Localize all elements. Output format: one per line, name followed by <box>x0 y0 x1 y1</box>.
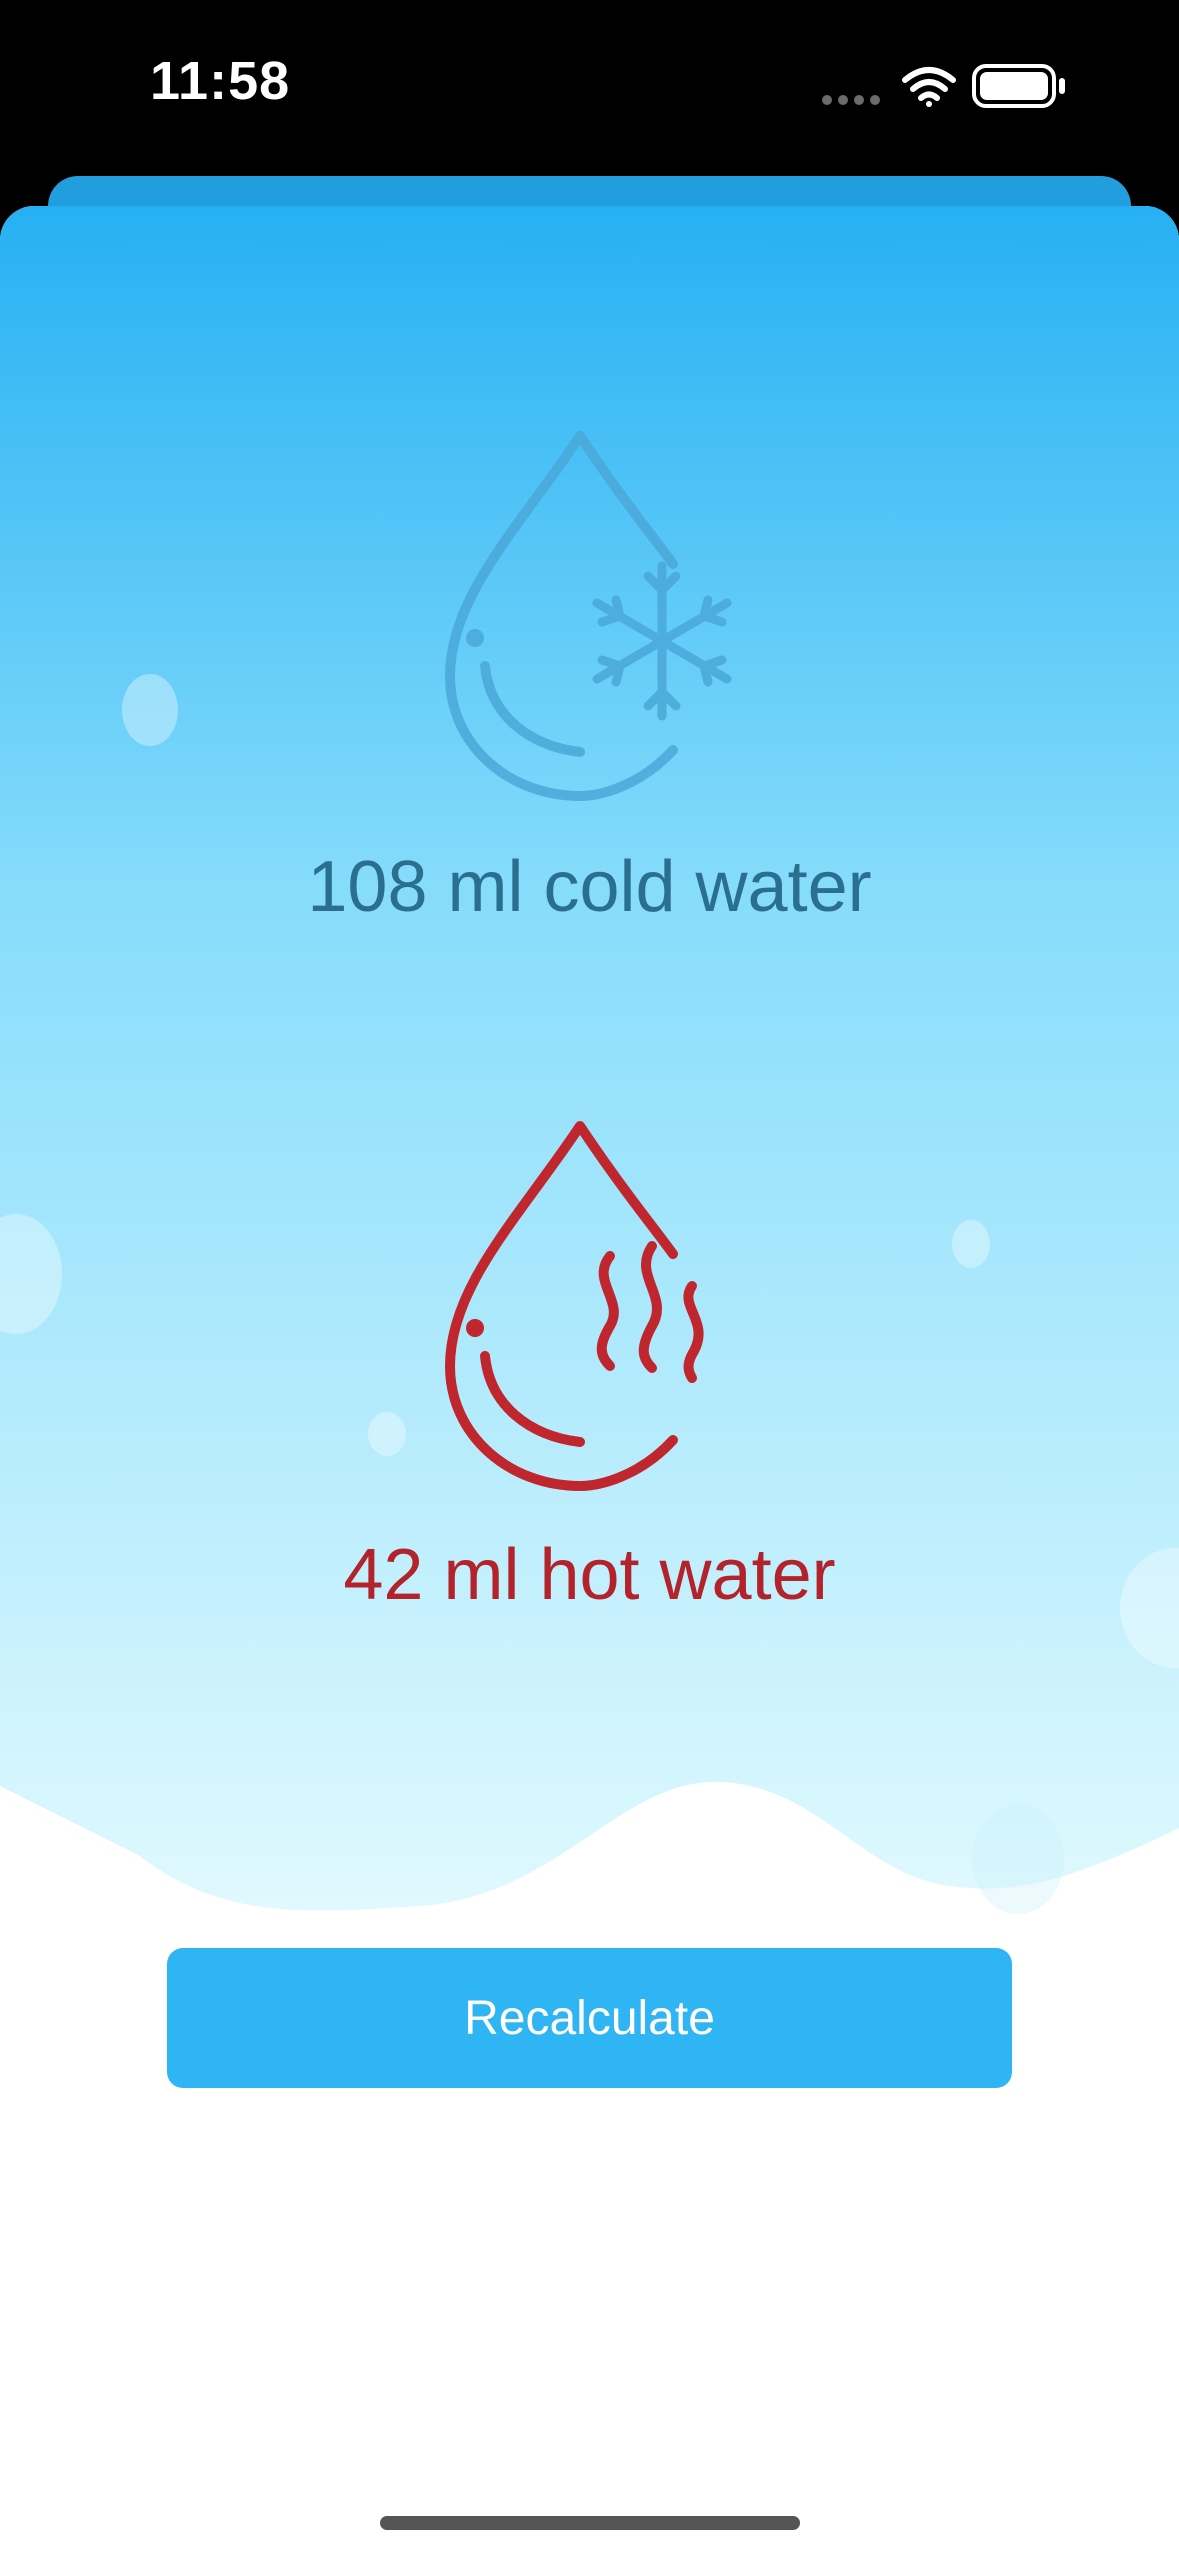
cold-water-drop-icon <box>430 416 750 806</box>
home-indicator[interactable] <box>380 2516 800 2530</box>
cold-water-amount: 108 ml cold water <box>307 847 872 927</box>
hot-water-drop-icon <box>430 1106 750 1496</box>
wifi-icon <box>902 67 956 107</box>
hot-water-amount: 42 ml hot water <box>343 1535 836 1615</box>
status-time: 11:58 <box>150 51 291 111</box>
battery-icon <box>972 64 1065 108</box>
bubble-decoration <box>972 1804 1064 1914</box>
status-icons <box>819 62 1079 112</box>
result-card: 108 ml cold water 42 ml hot water <box>0 206 1179 2556</box>
screen: 11:58 108 ml cold water 42 ml hot water … <box>0 0 1179 2556</box>
recalculate-button[interactable]: Recalculate <box>167 1948 1012 2088</box>
bubble-decoration <box>952 1220 990 1268</box>
bubble-decoration <box>122 674 178 746</box>
bubble-decoration <box>368 1412 406 1456</box>
status-bar: 11:58 <box>0 0 1179 175</box>
cellular-dots-icon <box>822 95 880 105</box>
